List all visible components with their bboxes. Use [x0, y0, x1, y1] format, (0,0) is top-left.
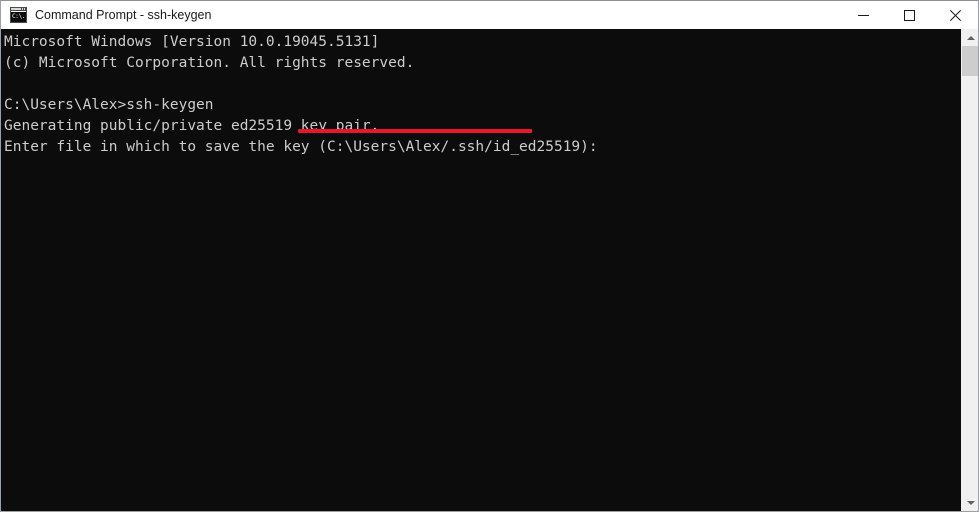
- command-prompt-window: C:\. Command Prompt - ssh-keygen Microso…: [0, 0, 979, 512]
- title-bar-left: C:\. Command Prompt - ssh-keygen: [1, 7, 840, 23]
- title-bar[interactable]: C:\. Command Prompt - ssh-keygen: [1, 1, 978, 29]
- scrollbar-thumb[interactable]: [962, 46, 978, 76]
- scroll-up-button[interactable]: [962, 29, 978, 46]
- minimize-icon: [857, 14, 869, 16]
- scroll-down-button[interactable]: [962, 494, 978, 511]
- scrollbar-track[interactable]: [962, 46, 978, 494]
- red-underline-annotation: [298, 129, 532, 133]
- maximize-icon: [903, 9, 915, 21]
- terminal-output-area[interactable]: Microsoft Windows [Version 10.0.19045.51…: [1, 29, 978, 511]
- close-icon: [949, 9, 961, 21]
- vertical-scrollbar[interactable]: [961, 29, 978, 511]
- console-text: Microsoft Windows [Version 10.0.19045.51…: [4, 34, 598, 155]
- close-button[interactable]: [932, 1, 978, 29]
- console-icon-glyph: C:\.: [11, 12, 26, 22]
- console-icon: C:\.: [10, 7, 27, 23]
- minimize-button[interactable]: [840, 1, 886, 29]
- window-title: Command Prompt - ssh-keygen: [35, 8, 212, 22]
- scroll-up-arrow-icon: [966, 35, 975, 40]
- maximize-button[interactable]: [886, 1, 932, 29]
- scroll-down-arrow-icon: [966, 500, 975, 505]
- window-controls: [840, 1, 978, 29]
